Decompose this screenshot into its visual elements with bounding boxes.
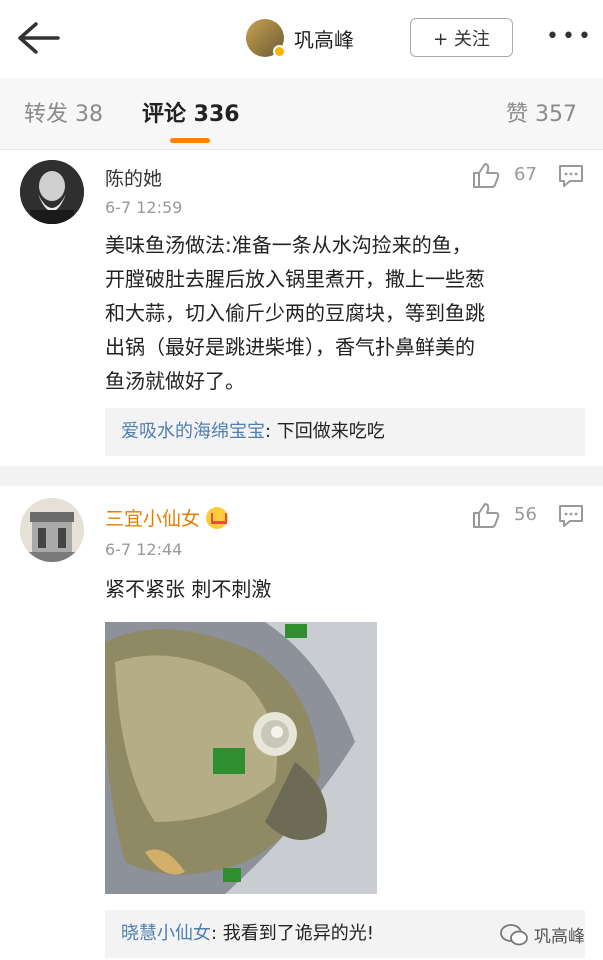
reply-icon[interactable] xyxy=(558,504,584,528)
tab-repost[interactable]: 转发 38 xyxy=(24,96,103,128)
watermark-text: 巩高峰 xyxy=(534,927,585,947)
comment-text-line: 和大蒜，切入偷斤少两的豆腐块，等到鱼跳 xyxy=(105,301,485,325)
reply-username[interactable]: 晓慧小仙女 xyxy=(121,923,211,944)
tab-likes[interactable]: 赞 357 xyxy=(506,96,577,128)
commenter-name-row: 三宜小仙女 xyxy=(105,504,229,531)
user-name[interactable]: 巩高峰 xyxy=(294,24,354,53)
reply-preview[interactable]: 爱吸水的海绵宝宝: 下回做来吃吃 xyxy=(105,408,585,456)
commenter-avatar[interactable] xyxy=(20,498,84,562)
fish-photo-image xyxy=(105,622,377,894)
comment-item: 陈的她 6-7 12:59 67 美味鱼汤做法:准备一条从水沟捡来的鱼， 开膛破… xyxy=(0,150,603,466)
comment-text: 紧不紧张 刺不刺激 xyxy=(105,577,272,601)
comment-text: 美味鱼汤做法:准备一条从水沟捡来的鱼， 开膛破肚去腥后放入锅里煮开，撒上一些葱 … xyxy=(105,228,585,398)
verified-badge-icon xyxy=(273,45,286,58)
comment-item: 三宜小仙女 6-7 12:44 56 紧不紧张 刺不刺激 晓慧小仙女: 我看到了… xyxy=(0,486,603,960)
reply-icon[interactable] xyxy=(558,164,584,188)
section-divider xyxy=(0,466,603,486)
tab-bar: 转发 38 评论 336 赞 357 xyxy=(0,78,603,150)
follow-button[interactable]: + 关注 xyxy=(410,18,513,57)
commenter-avatar[interactable] xyxy=(20,160,84,224)
wechat-icon xyxy=(500,923,528,945)
commenter-name[interactable]: 三宜小仙女 xyxy=(105,508,200,530)
building-avatar-image xyxy=(20,498,84,562)
like-icon[interactable] xyxy=(472,502,500,528)
comment-text-line: 开膛破肚去腥后放入锅里煮开，撒上一些葱 xyxy=(105,267,485,291)
watermark: 巩高峰 xyxy=(500,922,585,947)
comment-text-line: 出锅（最好是跳进柴堆），香气扑鼻鲜美的 xyxy=(105,335,475,359)
reply-text: : 我看到了诡异的光! xyxy=(211,923,375,944)
comment-time: 6-7 12:59 xyxy=(105,198,183,217)
tab-comments[interactable]: 评论 336 xyxy=(142,96,240,128)
vip-crown-icon xyxy=(206,507,229,529)
portrait-image xyxy=(20,160,84,224)
comment-photo[interactable] xyxy=(105,622,377,894)
more-dots-icon[interactable]: ••• xyxy=(546,26,594,48)
like-icon[interactable] xyxy=(472,162,500,188)
reply-username[interactable]: 爱吸水的海绵宝宝 xyxy=(121,421,265,442)
user-profile[interactable]: 巩高峰 xyxy=(246,17,354,59)
commenter-name[interactable]: 陈的她 xyxy=(105,164,162,191)
comment-text-line: 美味鱼汤做法:准备一条从水沟捡来的鱼， xyxy=(105,233,472,257)
comment-text-line: 鱼汤就做好了。 xyxy=(105,369,245,393)
user-avatar[interactable] xyxy=(246,19,286,58)
active-tab-indicator xyxy=(170,138,210,143)
comment-time: 6-7 12:44 xyxy=(105,540,183,559)
like-count: 56 xyxy=(514,504,537,525)
back-arrow-icon[interactable] xyxy=(14,20,60,56)
reply-text: : 下回做来吃吃 xyxy=(265,421,385,442)
top-bar: 巩高峰 + 关注 ••• xyxy=(0,0,603,78)
like-count: 67 xyxy=(514,164,537,185)
